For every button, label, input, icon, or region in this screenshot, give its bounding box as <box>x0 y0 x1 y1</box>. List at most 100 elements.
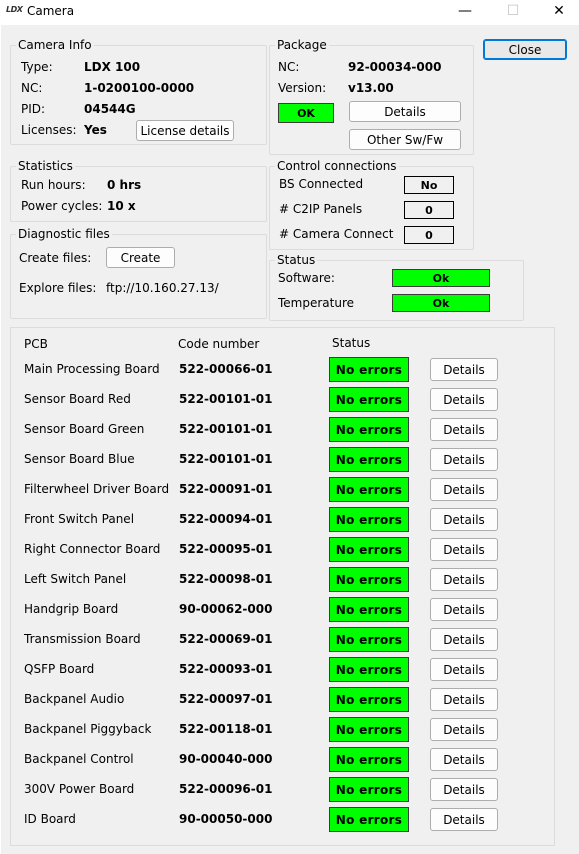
pid-value: 04544G <box>84 102 136 116</box>
table-row: Backpanel Control 90-00040-000 No errors De… <box>11 746 554 776</box>
other-sw-fw-button[interactable]: Other Sw/Fw <box>349 129 461 150</box>
table-row: ID Board 90-00050-000 No errors Details <box>11 806 554 836</box>
title-bar: LDX Camera — ☐ ✕ <box>0 0 579 24</box>
window-close-button[interactable]: ✕ <box>536 0 579 24</box>
temperature-status-badge: Ok <box>392 294 490 312</box>
software-status-badge: Ok <box>392 269 490 287</box>
bs-connected-label: BS Connected <box>279 177 364 191</box>
pcb-details-button[interactable]: Details <box>430 448 498 471</box>
pcb-code-number: 522-00097-01 <box>179 692 273 706</box>
camera-connect-label: # Camera Connect <box>279 227 394 241</box>
pcb-details-button[interactable]: Details <box>430 538 498 561</box>
pcb-name: Backpanel Piggyback <box>24 722 152 736</box>
pcb-details-button[interactable]: Details <box>430 658 498 681</box>
pcb-name: Sensor Board Green <box>24 422 145 436</box>
nc-value: 1-0200100-0000 <box>84 81 195 95</box>
app-logo: LDX <box>6 5 23 14</box>
pcb-details-button[interactable]: Details <box>430 718 498 741</box>
camera-connect-value: 0 <box>404 226 454 244</box>
pcb-code-number: 522-00098-01 <box>179 572 273 586</box>
license-details-button[interactable]: License details <box>136 120 234 141</box>
pcb-name: Main Processing Board <box>24 362 160 376</box>
close-button[interactable]: Close <box>483 39 567 60</box>
camera-info-legend: Camera Info <box>18 38 92 52</box>
pcb-code-number: 90-00062-000 <box>179 602 273 616</box>
window-title: Camera <box>27 4 75 18</box>
version-label: Version: <box>278 81 327 95</box>
pcb-status-badge: No errors <box>329 717 409 742</box>
pcb-name: Left Switch Panel <box>24 572 127 586</box>
type-label: Type: <box>21 60 53 74</box>
pcb-name: ID Board <box>24 812 76 826</box>
c2ip-panels-value: 0 <box>404 201 454 219</box>
pcb-name: 300V Power Board <box>24 782 135 796</box>
pcb-status-badge: No errors <box>329 807 409 832</box>
table-row: Handgrip Board 90-00062-000 No errors Detai… <box>11 596 554 626</box>
explore-files-label: Explore files: <box>19 281 97 295</box>
pcb-status-badge: No errors <box>329 687 409 712</box>
package-details-button[interactable]: Details <box>349 101 461 122</box>
package-legend: Package <box>277 38 327 52</box>
explore-files-link[interactable]: ftp://10.160.27.13/ <box>106 281 219 295</box>
pcb-details-button[interactable]: Details <box>430 808 498 831</box>
temperature-label: Temperature <box>278 296 355 310</box>
type-value: LDX 100 <box>84 60 141 74</box>
diagnostic-files-legend: Diagnostic files <box>18 227 110 241</box>
pcb-status-badge: No errors <box>329 657 409 682</box>
pcb-code-number: 522-00101-01 <box>179 422 273 436</box>
table-row: Backpanel Piggyback 522-00118-01 No errors… <box>11 716 554 746</box>
bs-connected-value: No <box>404 176 454 194</box>
code-number-column-header: Code number <box>178 337 260 351</box>
pcb-details-button[interactable]: Details <box>430 778 498 801</box>
pcb-code-number: 522-00101-01 <box>179 452 273 466</box>
create-files-button[interactable]: Create <box>106 247 175 268</box>
pcb-details-button[interactable]: Details <box>430 568 498 591</box>
run-hours-label: Run hours: <box>21 178 86 192</box>
pcb-status-badge: No errors <box>329 507 409 532</box>
package-ok-badge: OK <box>278 103 334 123</box>
minimize-button[interactable]: — <box>442 0 488 24</box>
pcb-name: Filterwheel Driver Board <box>24 482 170 496</box>
pcb-status-badge: No errors <box>329 447 409 472</box>
pcb-details-button[interactable]: Details <box>430 508 498 531</box>
table-row: Filterwheel Driver Board 522-00091-01 No e… <box>11 476 554 506</box>
pcb-details-button[interactable]: Details <box>430 748 498 771</box>
pcb-name: Backpanel Audio <box>24 692 125 706</box>
create-files-label: Create files: <box>19 251 92 265</box>
licenses-label: Licenses: <box>21 123 77 137</box>
pcb-details-button[interactable]: Details <box>430 478 498 501</box>
pcb-status-badge: No errors <box>329 777 409 802</box>
run-hours-value: 0 hrs <box>107 178 142 192</box>
table-row: Transmission Board 522-00069-01 No errors D… <box>11 626 554 656</box>
table-row: Sensor Board Blue 522-00101-01 No errors De… <box>11 446 554 476</box>
pcb-details-button[interactable]: Details <box>430 418 498 441</box>
dialog-body: Camera Info Type: LDX 100 NC: 1-0200100-… <box>1 25 579 854</box>
pcb-details-button[interactable]: Details <box>430 358 498 381</box>
pcb-details-button[interactable]: Details <box>430 628 498 651</box>
package-nc-value: 92-00034-000 <box>348 60 442 74</box>
pcb-code-number: 522-00091-01 <box>179 482 273 496</box>
pcb-status-badge: No errors <box>329 567 409 592</box>
pcb-name: QSFP Board <box>24 662 95 676</box>
power-cycles-label: Power cycles: <box>21 199 103 213</box>
pcb-code-number: 522-00101-01 <box>179 392 273 406</box>
pcb-name: Handgrip Board <box>24 602 119 616</box>
status-column-header: Status <box>332 336 371 350</box>
pcb-code-number: 522-00069-01 <box>179 632 273 646</box>
pcb-name: Transmission Board <box>24 632 141 646</box>
table-row: Sensor Board Red 522-00101-01 No errors Det… <box>11 386 554 416</box>
table-row: QSFP Board 522-00093-01 No errors Details <box>11 656 554 686</box>
power-cycles-value: 10 x <box>107 199 136 213</box>
pcb-status-badge: No errors <box>329 387 409 412</box>
pcb-details-button[interactable]: Details <box>430 388 498 411</box>
control-connections-legend: Control connections <box>277 159 397 173</box>
pcb-details-button[interactable]: Details <box>430 688 498 711</box>
package-nc-label: NC: <box>278 60 300 74</box>
pcb-name: Sensor Board Red <box>24 392 131 406</box>
pcb-column-header: PCB <box>24 337 48 351</box>
table-row: Backpanel Audio 522-00097-01 No errors Deta… <box>11 686 554 716</box>
pcb-code-number: 90-00050-000 <box>179 812 273 826</box>
pcb-details-button[interactable]: Details <box>430 598 498 621</box>
c2ip-panels-label: # C2IP Panels <box>279 202 363 216</box>
pcb-name: Backpanel Control <box>24 752 134 766</box>
